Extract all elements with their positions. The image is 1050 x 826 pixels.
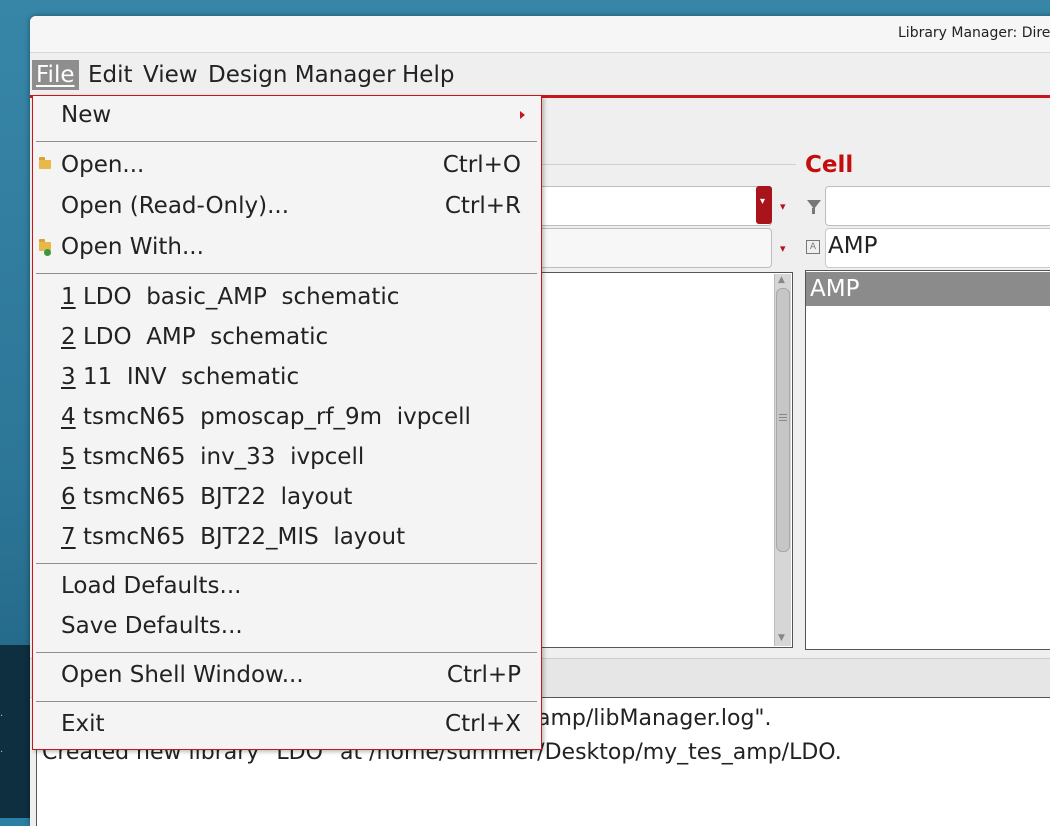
menu-item-open-shell-label: Open Shell Window... xyxy=(61,662,304,688)
scroll-up-icon[interactable]: ▲ xyxy=(778,275,785,285)
recent-item-text: 11 INV schematic xyxy=(75,364,300,390)
menu-item-open-readonly-label: Open (Read-Only)... xyxy=(61,193,290,219)
title-bar[interactable]: Library Manager: Direc xyxy=(30,16,1050,53)
library-filter-menu-icon[interactable]: ▾ xyxy=(780,200,786,213)
recent-item-text: tsmcN65 BJT22 layout xyxy=(75,484,353,510)
scroll-down-icon[interactable]: ▼ xyxy=(778,633,785,643)
recent-item-label: 2 LDO AMP schematic xyxy=(61,324,328,350)
desktop-panel: .. xyxy=(0,645,32,818)
menu-item-recent-1[interactable]: 1 LDO basic_AMP schematic xyxy=(33,280,541,320)
recent-item-label: 4 tsmcN65 pmoscap_rf_9m ivpcell xyxy=(61,404,471,430)
menu-item-open-with-label: Open With... xyxy=(61,234,204,260)
menu-item-recent-2[interactable]: 2 LDO AMP schematic xyxy=(33,320,541,360)
menu-bar: File Edit View Design Manager Help xyxy=(30,53,1050,95)
menu-help[interactable]: Help xyxy=(398,60,458,90)
menu-separator xyxy=(36,563,537,564)
menu-item-recent-7[interactable]: 7 tsmcN65 BJT22_MIS layout xyxy=(33,520,541,560)
search-scope-icon: A xyxy=(806,240,820,254)
menu-item-recent-4[interactable]: 4 tsmcN65 pmoscap_rf_9m ivpcell xyxy=(33,400,541,440)
library-list[interactable] xyxy=(530,272,793,648)
menu-item-open-readonly-shortcut: Ctrl+R xyxy=(444,193,521,219)
menu-item-open-label: Open... xyxy=(61,152,145,178)
scroll-grip-icon xyxy=(779,414,787,422)
menu-item-open-shell-shortcut: Ctrl+P xyxy=(446,662,521,688)
cell-filter-input[interactable] xyxy=(825,186,1050,226)
chevron-down-icon: ▾ xyxy=(760,196,766,207)
menu-item-exit[interactable]: Exit Ctrl+X xyxy=(33,707,541,747)
recent-item-number: 3 xyxy=(61,364,76,390)
menu-item-load-defaults-label: Load Defaults... xyxy=(61,573,242,599)
recent-item-number: 7 xyxy=(61,524,76,550)
menu-edit[interactable]: Edit xyxy=(84,60,137,90)
menu-separator xyxy=(36,701,537,702)
desktop-panel-dots: .. xyxy=(0,708,4,755)
recent-item-label: 7 tsmcN65 BJT22_MIS layout xyxy=(61,524,405,550)
menu-edit-label: Edit xyxy=(88,62,133,88)
library-filter-dropdown-button[interactable]: ▾ xyxy=(756,186,772,224)
library-header-line xyxy=(530,164,796,165)
menu-view[interactable]: View xyxy=(139,60,202,90)
menu-item-recent-3[interactable]: 3 11 INV schematic xyxy=(33,360,541,400)
recent-item-number: 4 xyxy=(61,404,76,430)
menu-item-open-with[interactable]: Open With... xyxy=(33,230,541,270)
library-search-input[interactable] xyxy=(530,228,772,268)
menu-item-recent-5[interactable]: 5 tsmcN65 inv_33 ivpcell xyxy=(33,440,541,480)
menu-separator xyxy=(36,652,537,653)
library-search-menu-icon[interactable]: ▾ xyxy=(780,242,786,255)
recent-item-number: 6 xyxy=(61,484,76,510)
menu-item-open[interactable]: Open... Ctrl+O xyxy=(33,148,541,188)
menu-item-exit-label: Exit xyxy=(61,711,105,737)
menu-item-open-shortcut: Ctrl+O xyxy=(442,152,521,178)
recent-item-text: LDO AMP schematic xyxy=(75,324,329,350)
library-filter-input[interactable] xyxy=(530,186,772,226)
menu-design-manager[interactable]: Design Manager xyxy=(204,60,400,90)
recent-item-label: 1 LDO basic_AMP schematic xyxy=(61,284,399,310)
menu-design-manager-label: Design Manager xyxy=(208,62,396,88)
menu-item-new-label: New xyxy=(61,102,112,128)
cell-search-value: AMP xyxy=(828,233,878,259)
recent-item-label: 3 11 INV schematic xyxy=(61,364,299,390)
recent-item-number: 1 xyxy=(61,284,76,310)
recent-item-label: 6 tsmcN65 BJT22 layout xyxy=(61,484,352,510)
menu-help-label: Help xyxy=(402,62,455,88)
recent-item-text: tsmcN65 inv_33 ivpcell xyxy=(75,444,365,470)
folder-open-icon xyxy=(39,157,51,169)
file-dropdown-menu: New Open... Ctrl+O Open (Read-Only)... C… xyxy=(32,95,542,750)
log-line-1: amp/libManager.log". xyxy=(537,706,772,731)
menu-separator xyxy=(36,141,537,142)
menu-item-load-defaults[interactable]: Load Defaults... xyxy=(33,569,541,609)
menu-item-exit-shortcut: Ctrl+X xyxy=(445,711,521,737)
menu-item-open-shell[interactable]: Open Shell Window... Ctrl+P xyxy=(33,658,541,698)
recent-item-label: 5 tsmcN65 inv_33 ivpcell xyxy=(61,444,364,470)
cell-list-item-selected[interactable]: AMP xyxy=(806,272,1050,306)
menu-item-recent-6[interactable]: 6 tsmcN65 BJT22 layout xyxy=(33,480,541,520)
cell-column-title: Cell xyxy=(805,152,854,178)
menu-separator xyxy=(36,273,537,274)
menu-item-save-defaults-label: Save Defaults... xyxy=(61,613,243,639)
menu-view-label: View xyxy=(143,62,198,88)
plus-badge-icon xyxy=(44,249,51,256)
cell-list[interactable] xyxy=(805,270,1050,650)
menu-item-save-defaults[interactable]: Save Defaults... xyxy=(33,609,541,649)
recent-item-number: 2 xyxy=(61,324,76,350)
submenu-arrow-icon xyxy=(520,111,525,119)
menu-item-open-readonly[interactable]: Open (Read-Only)... Ctrl+R xyxy=(33,189,541,229)
menu-item-new[interactable]: New xyxy=(33,98,541,138)
recent-item-text: tsmcN65 pmoscap_rf_9m ivpcell xyxy=(75,404,471,430)
recent-item-number: 5 xyxy=(61,444,76,470)
menu-file-label: File xyxy=(36,62,75,88)
recent-item-text: LDO basic_AMP schematic xyxy=(75,284,400,310)
recent-item-text: tsmcN65 BJT22_MIS layout xyxy=(75,524,406,550)
window-title: Library Manager: Direc xyxy=(898,25,1050,41)
menu-file[interactable]: File xyxy=(32,60,79,90)
